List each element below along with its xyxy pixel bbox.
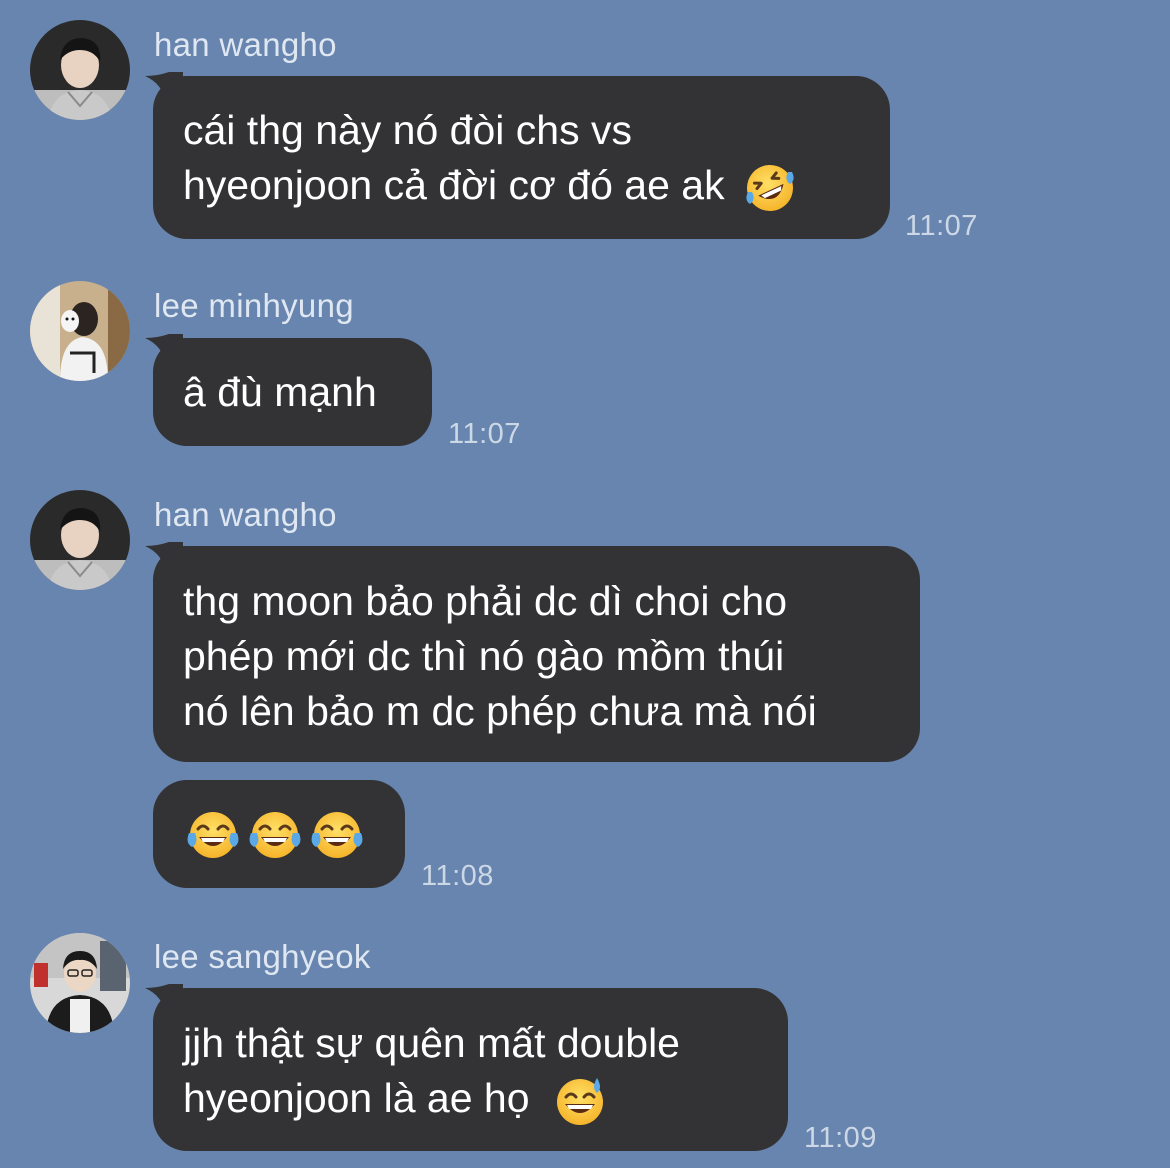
message-text: hyeonjoon là ae họ [183,1075,530,1121]
message-bubble[interactable]: â đù mạnh [153,338,432,446]
message-text: phép mới dc thì nó gào mồm thúi [183,633,785,679]
avatar-han-wangho-icon [30,490,130,590]
message-text: nó lên bảo m dc phép chưa mà nói [183,688,817,734]
avatar-han-wangho-2[interactable] [30,490,130,590]
message-time: 11:07 [905,210,978,242]
message-time: 11:08 [421,860,494,892]
joy-emoji-icon [185,807,241,863]
message-text: cái thg này nó đòi chs vs [183,107,632,153]
message-time: 11:09 [804,1122,877,1154]
grin-sweat-emoji-icon [553,1074,607,1128]
rofl-emoji-icon [744,162,796,214]
message-time: 11:07 [448,418,521,450]
avatar-lee-minhyung-icon [30,281,130,381]
avatar-lee-minhyung[interactable] [30,281,130,381]
joy-emoji-icon [309,807,365,863]
joy-emoji-icon [247,807,303,863]
sender-name: lee sanghyeok [154,938,371,975]
message-text-line: hyeonjoon cả đời cơ đó ae ak [183,158,860,214]
message-bubble[interactable]: thg moon bảo phải dc dì choi cho phép mớ… [153,546,920,762]
message-bubble-emoji[interactable] [153,780,405,888]
avatar-lee-sanghyeok-icon [30,933,130,1033]
message-bubble[interactable]: cái thg này nó đòi chs vs hyeonjoon cả đ… [153,76,890,239]
avatar-han-wangho-icon [30,20,130,120]
message-text-line: hyeonjoon là ae họ [183,1071,758,1128]
avatar-han-wangho-1[interactable] [30,20,130,120]
message-bubble[interactable]: jjh thật sự quên mất double hyeonjoon là… [153,988,788,1151]
sender-name: han wangho [154,496,337,533]
sender-name: han wangho [154,26,337,63]
message-text: hyeonjoon cả đời cơ đó ae ak [183,162,725,208]
message-text: thg moon bảo phải dc dì choi cho [183,578,788,624]
sender-name: lee minhyung [154,287,354,324]
message-text: jjh thật sự quên mất double [183,1020,680,1066]
message-text: â đù mạnh [183,369,377,415]
avatar-lee-sanghyeok[interactable] [30,933,130,1033]
